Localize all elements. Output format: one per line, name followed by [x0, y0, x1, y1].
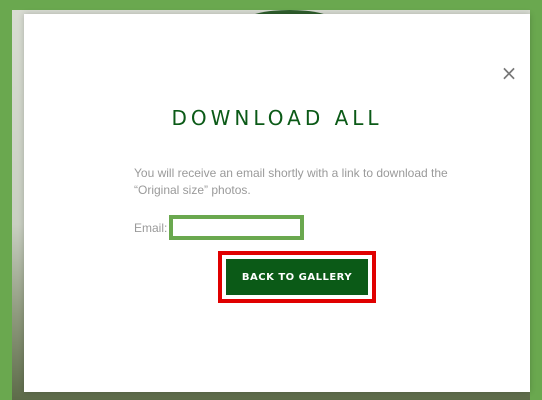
download-all-modal: × DOWNLOAD ALL You will receive an email…	[24, 14, 530, 392]
email-label: Email:	[134, 220, 168, 235]
back-to-gallery-button[interactable]: BACK TO GALLERY	[226, 259, 368, 295]
email-row: Email:	[134, 215, 305, 240]
modal-title: DOWNLOAD ALL	[171, 106, 383, 130]
email-value-field	[169, 215, 305, 240]
close-icon[interactable]: ×	[498, 62, 520, 84]
back-button-highlight: BACK TO GALLERY	[218, 251, 376, 303]
modal-description: You will receive an email shortly with a…	[134, 166, 448, 197]
